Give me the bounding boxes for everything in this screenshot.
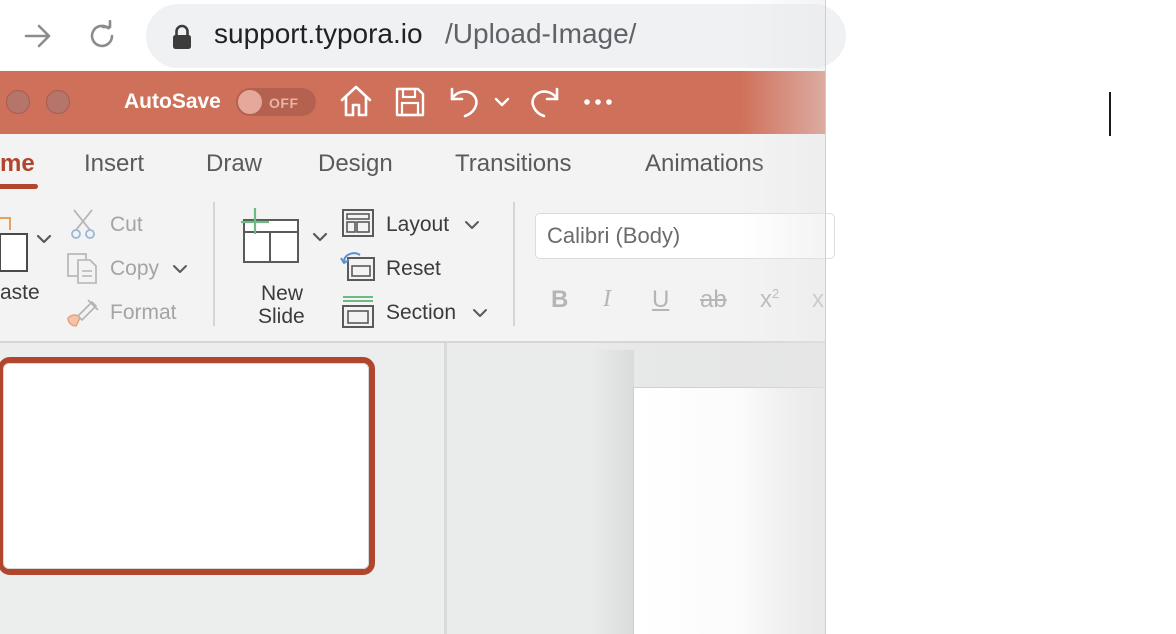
url-host: support.typora.io (214, 18, 423, 49)
superscript-exponent: 2 (772, 286, 780, 301)
tab-insert[interactable]: Insert (84, 150, 144, 178)
chevron-down-icon (473, 309, 487, 317)
new-slide-button[interactable] (236, 206, 332, 270)
new-slide-icon (241, 208, 328, 263)
reset-icon (340, 250, 376, 282)
chevron-down-icon (173, 265, 187, 273)
save-icon (395, 87, 425, 117)
copy-button[interactable]: Copy (110, 257, 159, 281)
reload-icon (90, 19, 114, 48)
forward-arrow-icon (24, 24, 51, 48)
forward-button[interactable] (22, 20, 54, 52)
reset-button[interactable]: Reset (386, 257, 441, 281)
undo-dropdown[interactable] (494, 94, 510, 110)
copy-dropdown[interactable] (172, 262, 188, 276)
paste-label: aste (0, 281, 40, 304)
bold-button[interactable]: B (551, 286, 568, 314)
window-zoom-button[interactable] (46, 90, 70, 114)
cut-button[interactable]: Cut (110, 213, 143, 237)
undo-icon (450, 87, 478, 118)
layout-icon (342, 209, 374, 237)
url-path: /Upload-Image/ (445, 18, 637, 49)
chevron-down-icon (465, 221, 479, 229)
superscript-button[interactable]: x2 (760, 286, 779, 314)
reload-button[interactable] (86, 19, 118, 52)
autosave-label: AutoSave (124, 90, 221, 113)
strikethrough-button[interactable]: ab (700, 286, 727, 314)
copy-icon (66, 252, 100, 284)
subscript-button[interactable]: x (812, 286, 824, 314)
section-icon (342, 295, 374, 329)
home-icon (340, 85, 372, 117)
format-painter-icon (66, 296, 100, 328)
section-dropdown[interactable] (472, 306, 488, 320)
ribbon-separator (213, 202, 215, 326)
tab-home[interactable]: me (0, 150, 35, 178)
window-minimize-button[interactable] (6, 90, 30, 114)
autosave-toggle-knob (238, 90, 262, 114)
lock-icon (171, 24, 193, 50)
slide-shadow (592, 350, 634, 634)
text-cursor (1109, 92, 1111, 136)
window-edge (825, 0, 826, 634)
superscript-base: x (760, 286, 772, 313)
redo-button[interactable] (527, 84, 561, 118)
more-icon (584, 99, 612, 105)
redo-icon (531, 87, 559, 118)
slide-canvas[interactable] (633, 387, 826, 634)
tab-draw[interactable]: Draw (206, 150, 262, 178)
chevron-down-icon (494, 97, 510, 107)
save-button[interactable] (394, 86, 426, 118)
layout-dropdown[interactable] (464, 218, 480, 232)
layout-button[interactable]: Layout (386, 213, 449, 237)
tab-design[interactable]: Design (318, 150, 393, 178)
format-painter-button[interactable]: Format (110, 301, 177, 325)
tab-transitions[interactable]: Transitions (455, 150, 571, 178)
font-name-value: Calibri (Body) (547, 223, 681, 248)
tab-animations[interactable]: Animations (645, 150, 764, 178)
paste-icon (0, 217, 52, 272)
underline-button[interactable]: U (652, 286, 669, 314)
italic-button[interactable]: I (603, 286, 611, 313)
more-button[interactable] (582, 94, 614, 110)
undo-button[interactable] (448, 84, 482, 118)
section-button[interactable]: Section (386, 301, 456, 325)
new-slide-label-line1: New (261, 282, 304, 305)
home-button[interactable] (339, 84, 373, 118)
slide-thumbnail-preview (3, 363, 369, 569)
active-tab-indicator (0, 184, 38, 189)
scissors-icon (70, 208, 96, 240)
autosave-state: OFF (269, 95, 299, 111)
ribbon-separator (513, 202, 515, 326)
new-slide-label-line2: Slide (258, 305, 305, 328)
